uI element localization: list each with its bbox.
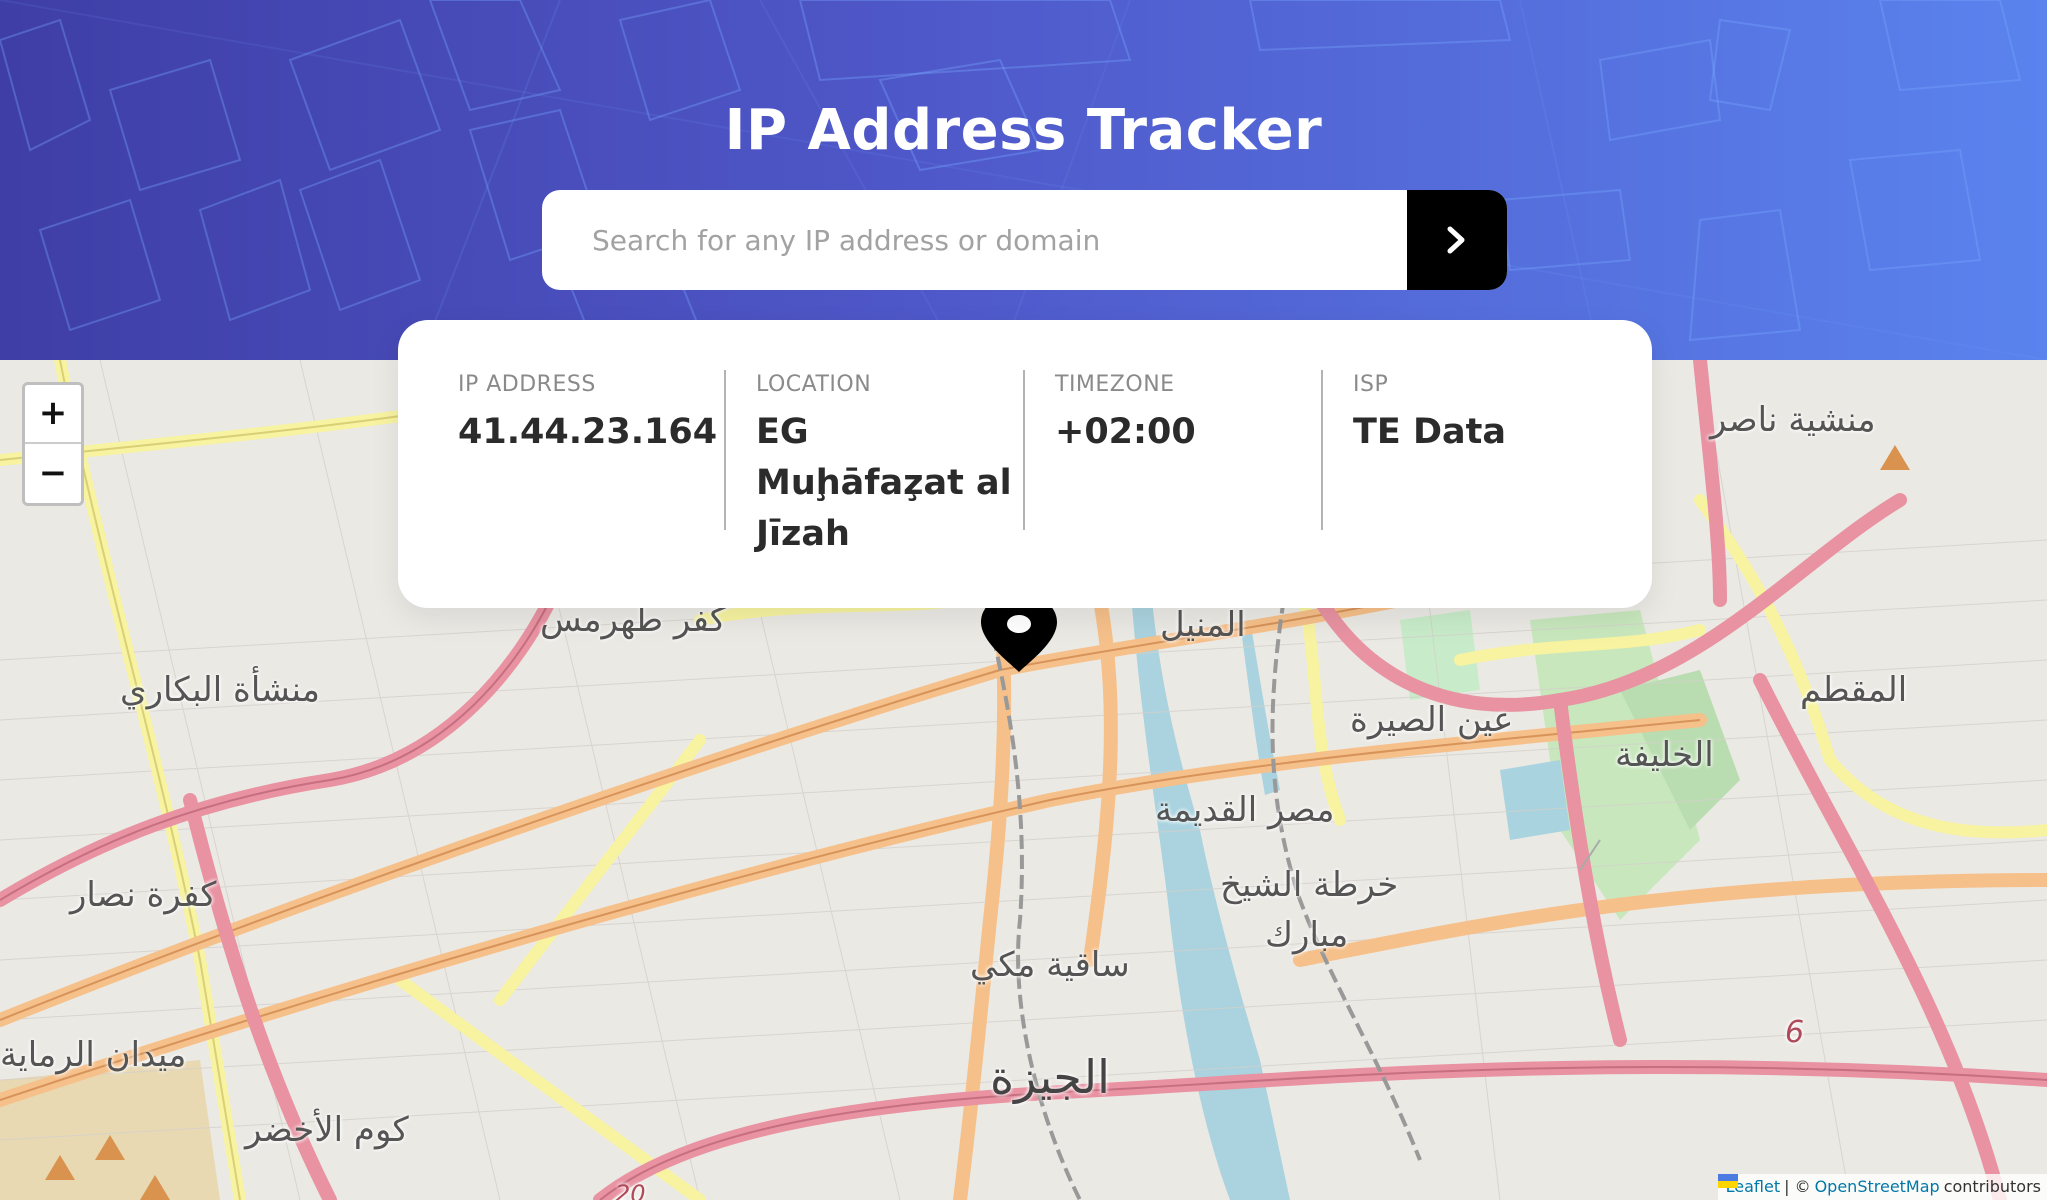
map-label: الجيزة <box>990 1050 1110 1104</box>
timezone-value: +02:00 <box>1055 412 1196 452</box>
header-pattern <box>0 0 2047 360</box>
map-label: الخليفة <box>1615 735 1714 775</box>
timezone-panel: TIMEZONE +02:00 <box>1055 372 1315 458</box>
location-label: LOCATION <box>756 372 872 397</box>
isp-value: TE Data <box>1353 412 1506 452</box>
header: IP Address Tracker <box>0 0 2047 360</box>
ukraine-flag-icon <box>1717 1174 1738 1188</box>
divider <box>724 370 726 530</box>
timezone-label: TIMEZONE <box>1055 372 1175 397</box>
search-bar <box>542 190 1507 290</box>
ip-address-value: 41.44.23.164 <box>458 412 718 452</box>
map-label: منشأة البكاري <box>120 670 321 710</box>
page-title: IP Address Tracker <box>724 98 1323 163</box>
osm-link[interactable]: OpenStreetMap <box>1815 1174 1940 1200</box>
chevron-right-icon <box>1447 226 1465 254</box>
road-shield: 6 <box>1785 1015 1805 1050</box>
attribution-separator: | © <box>1784 1177 1811 1196</box>
location-value-line: Jīzah <box>756 514 850 554</box>
map-label: عين الصيرة <box>1350 700 1514 740</box>
attribution-contributors: contributors <box>1943 1177 2041 1196</box>
location-panel: LOCATION EG Muḩāfaz̧at al Jīzah <box>756 372 1016 560</box>
map-label: كوم الأخضر <box>245 1110 409 1150</box>
map-label: المقطم <box>1800 670 1908 710</box>
isp-panel: ISP TE Data <box>1353 372 1613 458</box>
divider <box>1321 370 1323 530</box>
isp-label: ISP <box>1353 372 1389 397</box>
zoom-out-button[interactable]: − <box>25 444 81 503</box>
divider <box>1023 370 1025 530</box>
map-label: المنيل <box>1160 605 1246 645</box>
location-value-line: EG <box>756 412 809 452</box>
zoom-in-button[interactable]: + <box>25 385 81 444</box>
map-label: ميدان الرماية <box>0 1035 187 1075</box>
map-label: منشية ناصر <box>1710 400 1876 440</box>
road-shield: 20 <box>615 1180 646 1200</box>
search-button[interactable] <box>1407 190 1507 290</box>
search-input[interactable] <box>542 190 1407 290</box>
ip-address-panel: IP ADDRESS 41.44.23.164 <box>458 372 718 458</box>
map-label: خرطة الشيخ <box>1220 865 1399 905</box>
map-label: مصر القديمة <box>1155 790 1335 830</box>
ip-address-label: IP ADDRESS <box>458 372 596 397</box>
map-label: كفرة نصار <box>70 875 217 915</box>
map-attribution: Leaflet | © OpenStreetMap contributors <box>1717 1174 2047 1200</box>
zoom-control: + − <box>22 382 84 506</box>
map-label: ساقية مكي <box>970 945 1130 985</box>
info-card: IP ADDRESS 41.44.23.164 LOCATION EG Muḩā… <box>398 320 1652 608</box>
map-label: مبارك <box>1265 915 1349 955</box>
location-value-line: Muḩāfaz̧at al <box>756 463 1012 503</box>
